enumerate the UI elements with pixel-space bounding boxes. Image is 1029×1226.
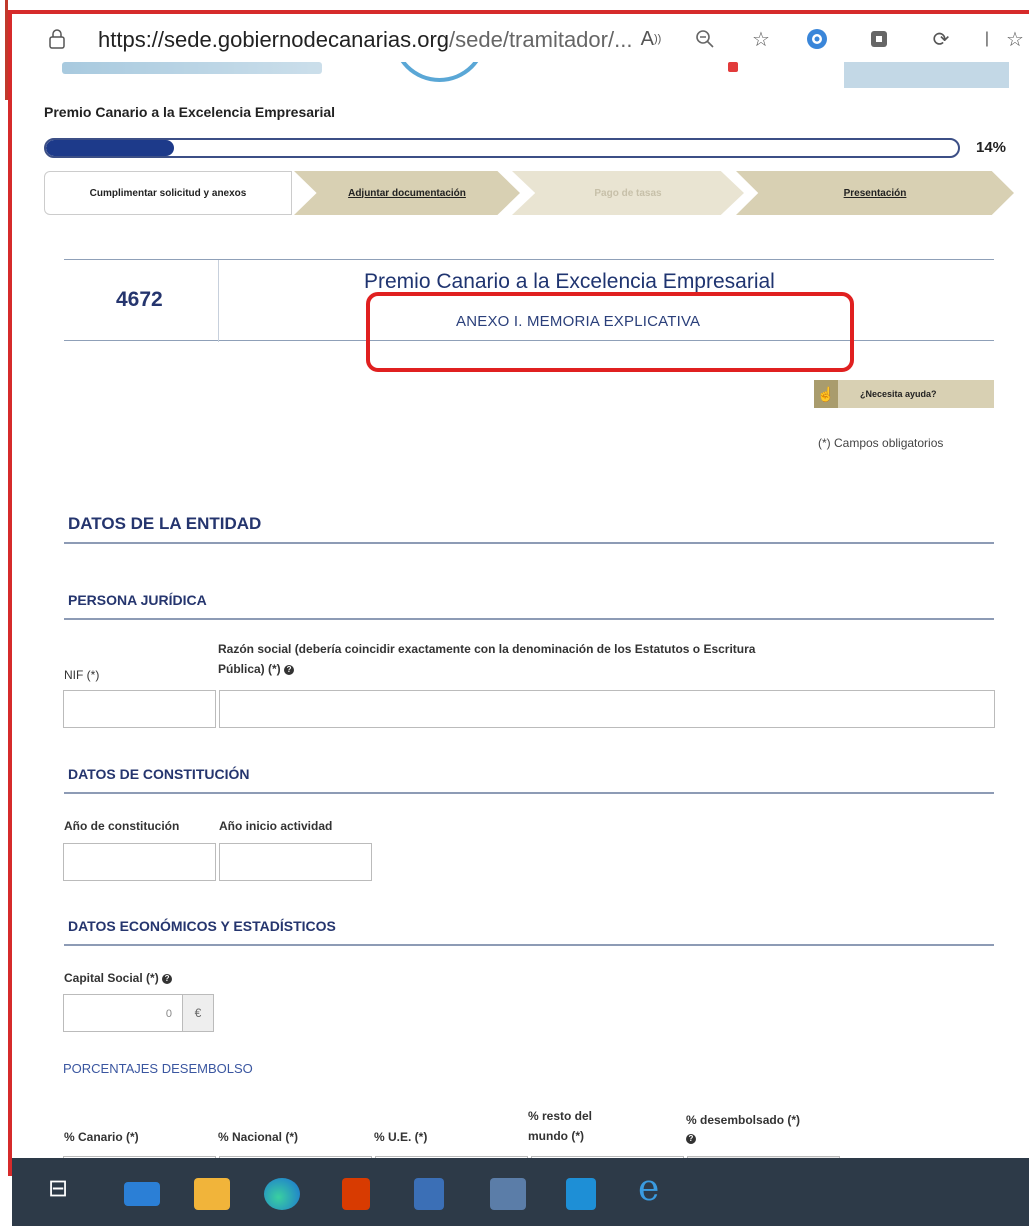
procedure-title: Premio Canario a la Excelencia Empresari… [44, 104, 336, 120]
resto-label-line1: % resto del [528, 1109, 593, 1123]
porcentajes-heading: PORCENTAJES DESEMBOLSO [63, 1061, 253, 1076]
read-aloud-icon[interactable]: A)) [638, 26, 664, 52]
outlook-icon[interactable] [566, 1178, 596, 1210]
url-text[interactable]: https://sede.gobiernodecanarias.org/sede… [98, 27, 632, 53]
section-entity: DATOS DE LA ENTIDAD [64, 514, 994, 544]
mail-icon[interactable] [124, 1182, 160, 1206]
section-constitution-title: DATOS DE CONSTITUCIÓN [68, 766, 250, 782]
favorite-star-icon[interactable]: ☆ [748, 26, 774, 52]
file-explorer-icon[interactable] [194, 1178, 230, 1210]
address-bar[interactable]: https://sede.gobiernodecanarias.org/sede… [12, 14, 1029, 62]
step-cumplimentar[interactable]: Cumplimentar solicitud y anexos [44, 171, 292, 215]
procedure-code: 4672 [116, 288, 163, 311]
help-label: ¿Necesita ayuda? [860, 389, 937, 399]
highlight-border-left [8, 10, 12, 1176]
section-legal-title: PERSONA JURÍDICA [68, 592, 207, 608]
step-navigation: Cumplimentar solicitud y anexos Adjuntar… [44, 171, 1014, 215]
nif-label: NIF (*) [64, 668, 100, 682]
form-title: Premio Canario a la Excelencia Empresari… [364, 270, 775, 293]
desembolsado-info: ? [686, 1131, 696, 1145]
euro-addon: € [182, 994, 214, 1032]
resto-label-line2: mundo (*) [528, 1129, 584, 1143]
ue-label: % U.E. (*) [374, 1130, 428, 1144]
section-economic-title: DATOS ECONÓMICOS Y ESTADÍSTICOS [68, 918, 336, 934]
toolbar-divider: | [984, 30, 990, 47]
info-icon[interactable]: ? [686, 1133, 696, 1144]
info-icon[interactable]: ? [284, 664, 295, 675]
razon-social-input[interactable] [219, 690, 995, 728]
page-info-icon[interactable] [48, 29, 66, 49]
anio-constitucion-label: Año de constitución [64, 819, 180, 833]
header-divider [218, 260, 219, 342]
red-marker [728, 62, 738, 72]
section-economic: DATOS ECONÓMICOS Y ESTADÍSTICOS [64, 918, 994, 946]
canario-label: % Canario (*) [64, 1130, 139, 1144]
razon-social-label-text: Pública) (*) [218, 662, 281, 676]
office-icon[interactable] [342, 1178, 370, 1210]
step-adjuntar[interactable]: Adjuntar documentación [294, 171, 520, 215]
store-icon[interactable] [414, 1178, 444, 1210]
url-host: https://sede.gobiernodecanarias.org [98, 27, 450, 52]
nif-input[interactable] [63, 690, 216, 728]
razon-social-label-line1: Razón social (debería coincidir exactame… [218, 642, 756, 656]
progress-bar [44, 138, 960, 158]
anio-inicio-input[interactable] [219, 843, 372, 881]
capital-social-label: Capital Social (*) ? [64, 971, 173, 985]
anio-inicio-label: Año inicio actividad [219, 819, 333, 833]
zoom-icon[interactable] [692, 26, 718, 52]
highlight-box [366, 292, 854, 372]
section-legal: PERSONA JURÍDICA [64, 592, 994, 620]
help-button[interactable]: ☝ ¿Necesita ayuda? [814, 380, 994, 408]
header-button-partial[interactable] [844, 62, 1009, 88]
required-fields-note: (*) Campos obligatorios [818, 436, 944, 450]
browser-window: https://sede.gobiernodecanarias.org/sede… [0, 0, 1029, 1226]
desembolsado-label: % desembolsado (*) [686, 1113, 801, 1127]
step-presentacion[interactable]: Presentación [736, 171, 1014, 215]
task-view-icon[interactable]: ⊟ [48, 1174, 68, 1206]
progress-fill [46, 140, 174, 156]
section-entity-title: DATOS DE LA ENTIDAD [68, 514, 262, 533]
step-pago: Pago de tasas [512, 171, 744, 215]
razon-social-label-line2: Pública) (*) ? [218, 662, 295, 676]
window-edge [0, 0, 8, 100]
site-logo-partial [392, 62, 487, 82]
extension-icon[interactable] [866, 26, 892, 52]
nacional-label: % Nacional (*) [218, 1130, 299, 1144]
site-link-blurred [62, 62, 322, 74]
favorites-icon[interactable]: ☆ [1002, 26, 1028, 52]
capital-social-input[interactable]: 0 [63, 994, 183, 1032]
capital-social-label-text: Capital Social (*) [64, 971, 159, 985]
edge-browser-icon[interactable] [264, 1178, 300, 1210]
remote-desktop-icon[interactable] [490, 1178, 526, 1210]
url-path: /sede/tramitador/... [449, 27, 633, 52]
extensions-puzzle-icon[interactable]: ⟳ [928, 26, 954, 52]
extension-shield-icon[interactable] [804, 26, 830, 52]
progress-percent: 14% [976, 139, 1007, 156]
info-icon[interactable]: ? [162, 973, 173, 984]
anio-constitucion-input[interactable] [63, 843, 216, 881]
site-header-partial [12, 62, 1029, 90]
section-constitution: DATOS DE CONSTITUCIÓN [64, 766, 994, 794]
hand-pointer-icon: ☝ [814, 380, 838, 408]
internet-explorer-icon[interactable]: e [638, 1168, 674, 1209]
taskbar: ⊟ e [12, 1158, 1029, 1226]
